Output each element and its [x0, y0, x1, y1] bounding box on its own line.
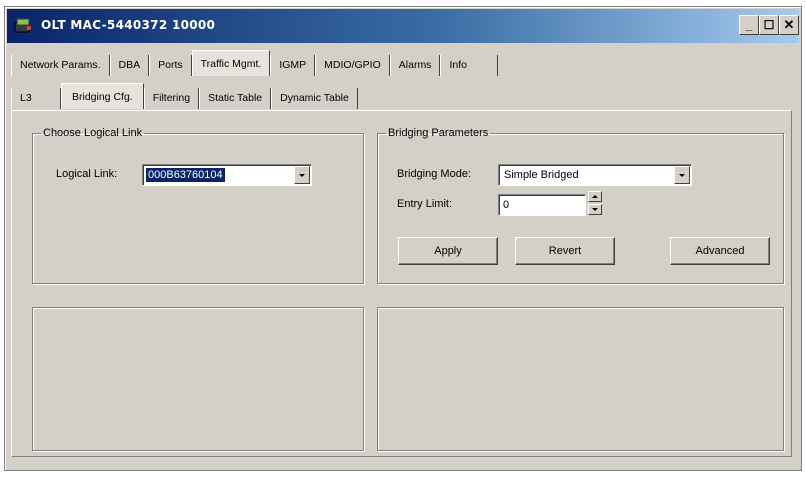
entry-limit-label: Entry Limit:: [397, 198, 453, 210]
tab-l3[interactable]: L3: [11, 88, 61, 109]
tab-ports[interactable]: Ports: [149, 55, 192, 76]
tab-traffic-mgmt[interactable]: Traffic Mgmt.: [191, 50, 271, 76]
bridging-mode-value: Simple Bridged: [504, 169, 579, 181]
chevron-down-icon[interactable]: [674, 166, 690, 184]
tab-dynamic-table[interactable]: Dynamic Table: [271, 88, 358, 109]
entry-limit-input[interactable]: [498, 194, 586, 216]
advanced-button[interactable]: Advanced: [670, 237, 770, 265]
tab-static-table[interactable]: Static Table: [199, 88, 272, 109]
logical-link-group-title: Choose Logical Link: [43, 127, 143, 139]
tab-content-panel: Choose Logical Link Logical Link: 000B63…: [11, 110, 792, 457]
logical-link-group: Choose Logical Link: [32, 127, 364, 284]
close-button[interactable]: ✕: [779, 15, 799, 35]
bridging-mode-label: Bridging Mode:: [397, 168, 471, 180]
tab-igmp[interactable]: IGMP: [270, 55, 316, 76]
minimize-button[interactable]: _: [739, 15, 759, 35]
chevron-down-icon[interactable]: [294, 166, 310, 184]
application-window: OLT MAC-5440372 10000 _ ☐ ✕ Network Para…: [4, 6, 802, 471]
lower-right-panel: [377, 307, 784, 451]
secondary-tab-bar: L3 Bridging Cfg. Filtering Static Table …: [11, 83, 358, 109]
tab-filtering[interactable]: Filtering: [143, 88, 200, 109]
apply-button[interactable]: Apply: [398, 237, 498, 265]
tab-network-params[interactable]: Network Params.: [11, 55, 110, 76]
lower-left-panel: [32, 307, 364, 451]
tab-bridging-cfg[interactable]: Bridging Cfg.: [61, 83, 144, 109]
spin-down-icon[interactable]: [588, 204, 602, 215]
logical-link-select[interactable]: 000B63760104: [142, 164, 312, 186]
logical-link-label: Logical Link:: [56, 168, 118, 180]
spin-up-icon[interactable]: [588, 191, 602, 202]
tab-info[interactable]: Info: [440, 55, 499, 76]
network-device-icon: [13, 17, 33, 35]
tab-dba[interactable]: DBA: [109, 55, 150, 76]
logical-link-selected-value: 000B63760104: [146, 168, 225, 182]
bridging-parameters-group-title: Bridging Parameters: [388, 127, 489, 139]
revert-button[interactable]: Revert: [515, 237, 615, 265]
title-bar[interactable]: OLT MAC-5440372 10000 _ ☐ ✕: [7, 9, 799, 43]
bridging-mode-select[interactable]: Simple Bridged: [498, 164, 692, 186]
tab-mdio-gpio[interactable]: MDIO/GPIO: [315, 55, 390, 76]
tab-alarms[interactable]: Alarms: [389, 55, 441, 76]
primary-tab-bar: Network Params. DBA Ports Traffic Mgmt. …: [11, 50, 499, 76]
maximize-button[interactable]: ☐: [759, 15, 779, 35]
window-title: OLT MAC-5440372 10000: [41, 18, 216, 32]
